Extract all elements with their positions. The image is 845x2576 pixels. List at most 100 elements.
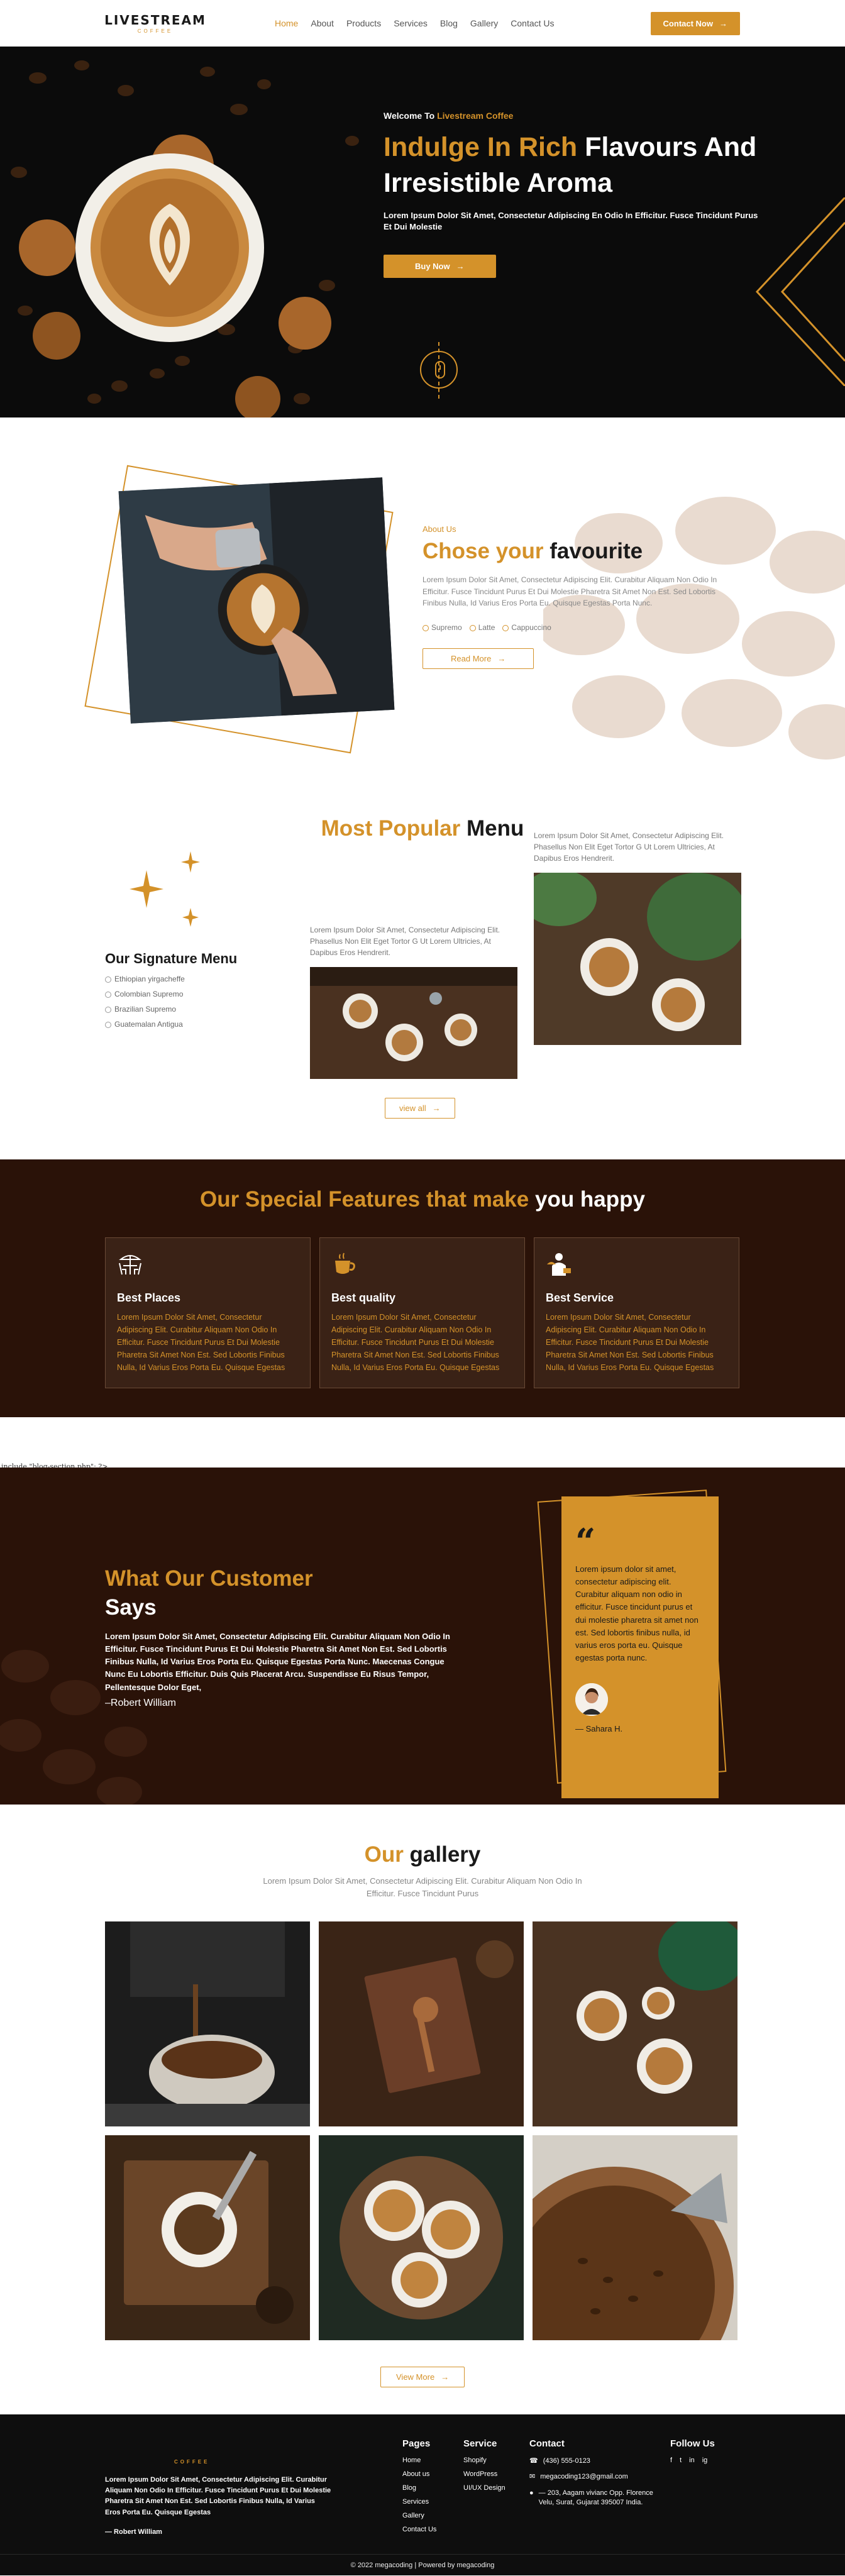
features-title: Our Special Features that make you happy [0,1159,845,1212]
hero-welcome: Welcome To Livestream Coffee [384,111,773,121]
chevron-decoration [755,197,845,386]
instagram-icon[interactable]: ig [702,2457,708,2464]
footer-link-about[interactable]: About us [402,2470,436,2478]
footer-link-home[interactable]: Home [402,2457,436,2464]
about-tag: About Us [422,524,456,534]
signature-item[interactable]: Colombian Supremo [105,990,237,998]
nav-link-about[interactable]: About [311,18,334,28]
signature-item[interactable]: Guatemalan Antigua [105,1020,237,1029]
scroll-down-button[interactable] [420,351,458,389]
signature-item[interactable]: Ethiopian yirgacheffe [105,975,237,983]
footer-author: — Robert William [105,2528,162,2536]
read-more-button[interactable]: Read More → [422,648,534,669]
read-more-label: Read More [451,653,492,663]
about-title: Chose your favourite [422,539,775,564]
footer-description: Lorem Ipsum Dolor Sit Amet, Consectetur … [105,2476,331,2516]
gallery-image-coffee-book[interactable] [319,1921,524,2126]
testimonial-title-accent: What Our Customer [105,1566,313,1591]
option-supremo[interactable]: Supremo [422,623,462,632]
barista-pouring-image [118,477,395,724]
signature-item[interactable]: Brazilian Supremo [105,1005,237,1014]
menu-title-accent: Most Popular [321,816,461,841]
buy-now-button[interactable]: Buy Now → [384,255,496,279]
cup-icon [335,1252,355,1274]
testimonial-description: Lorem Ipsum Dolor Sit Amet, Consectetur … [105,1632,450,1692]
feature-title: Best Service [546,1291,614,1304]
nav-link-gallery[interactable]: Gallery [470,18,498,28]
footer-link-blog[interactable]: Blog [402,2484,436,2492]
option-cappuccino[interactable]: Cappuccino [502,623,551,632]
view-more-button[interactable]: View More → [380,2367,465,2387]
view-all-button[interactable]: view all → [385,1098,455,1119]
table-icon [119,1255,141,1275]
gallery-image-espresso-machine[interactable] [105,1921,310,2126]
footer-link-shopify[interactable]: Shopify [463,2457,505,2464]
nav-link-blog[interactable]: Blog [440,18,458,28]
facebook-icon[interactable]: f [670,2457,672,2464]
about-title-rest: favourite [543,539,643,563]
gallery-subtitle: Lorem Ipsum Dolor Sit Amet, Consectetur … [263,1876,582,1898]
gallery-image-coffee-roaster[interactable] [533,2135,737,2340]
twitter-icon[interactable]: t [680,2457,682,2464]
nav-link-services[interactable]: Services [394,18,428,28]
footer-address-text: — 203, Aagam vivianc Opp. Florence Velu,… [538,2489,653,2507]
footer-email[interactable]: ✉ megacoding123@gmail.com [529,2472,655,2482]
option-latte[interactable]: Latte [470,623,495,632]
footer-brand: COFFEE Lorem Ipsum Dolor Sit Amet, Conse… [105,2450,331,2538]
gallery-title-accent: Our [364,1842,404,1867]
footer-contact-title: Contact [529,2438,565,2449]
menu-card: Lorem Ipsum Dolor Sit Amet, Consectetur … [310,924,517,1082]
linkedin-icon[interactable]: in [689,2457,695,2464]
gallery-image-latte-cups[interactable] [533,1921,737,2126]
footer-follow: Follow Us f t in ig [670,2438,715,2464]
mouse-icon [435,361,445,379]
arrow-right-icon: → [719,18,727,28]
testimonial-title: What Our Customer Says [105,1564,457,1622]
arrow-right-icon: → [497,653,506,663]
feature-card: Best quality Lorem Ipsum Dolor Sit Amet,… [319,1237,525,1388]
arrow-right-icon: → [441,2372,450,2382]
gallery-grid [105,1921,737,2340]
gallery-image-coffee-grounds[interactable] [105,2135,310,2340]
gallery-title: Our gallery [0,1805,845,1867]
footer-link-gallery[interactable]: Gallery [402,2512,436,2519]
menu-card-text: Lorem Ipsum Dolor Sit Amet, Consectetur … [534,831,724,863]
footer-logo-subtext: COFFEE [174,2459,210,2465]
testimonial-section: What Our Customer Says Lorem Ipsum Dolor… [0,1468,845,1805]
footer-link-services[interactable]: Services [402,2498,436,2506]
logo-text: LIVESTREAM [104,13,206,28]
logo[interactable]: LIVESTREAM COFFEE [104,13,206,34]
footer-link-uiux[interactable]: UI/UX Design [463,2484,505,2492]
testimonial-author: –Robert William [105,1697,176,1708]
footer-contact: Contact ☎ (436) 555-0123 ✉ megacoding123@g… [529,2438,655,2514]
hero-section: Welcome To Livestream Coffee Indulge In … [0,47,845,417]
contact-now-label: Contact Now [663,18,713,28]
footer-pages-title: Pages [402,2438,431,2449]
view-all-label: view all [399,1103,426,1113]
nav-links: Home About Products Services Blog Galler… [275,18,555,28]
footer-link-wordpress[interactable]: WordPress [463,2470,505,2478]
buy-now-label: Buy Now [415,262,450,272]
footer-service-title: Service [463,2438,497,2449]
about-section: About Us Chose your favourite Lorem Ipsu… [0,417,845,770]
testimonial-content: What Our Customer Says Lorem Ipsum Dolor… [105,1564,457,1709]
coffee-cup-image [0,47,390,417]
footer-phone[interactable]: ☎ (436) 555-0123 [529,2457,655,2466]
feature-title: Best Places [117,1291,181,1304]
nav-link-home[interactable]: Home [275,18,298,28]
about-content: About Us Chose your favourite Lorem Ipsu… [422,524,775,669]
hero-description: Lorem Ipsum Dolor Sit Amet, Consectetur … [384,210,758,232]
gallery-title-rest: gallery [403,1842,481,1867]
feature-card: Best Places Lorem Ipsum Dolor Sit Amet, … [105,1237,311,1388]
about-options: Supremo Latte Cappuccino [422,623,775,632]
stray-code-text: include "blog-section.php"; ?> [0,1417,845,1471]
gallery-image-latte-art[interactable] [319,2135,524,2340]
avatar [575,1683,608,1716]
hero-welcome-prefix: Welcome To [384,111,438,121]
nav-link-products[interactable]: Products [346,18,381,28]
gallery-section: Our gallery Lorem Ipsum Dolor Sit Amet, … [0,1805,845,2414]
footer-link-contact[interactable]: Contact Us [402,2526,436,2533]
about-title-accent: Chose your [422,539,544,563]
contact-now-button[interactable]: Contact Now → [650,11,740,35]
nav-link-contact[interactable]: Contact Us [511,18,554,28]
